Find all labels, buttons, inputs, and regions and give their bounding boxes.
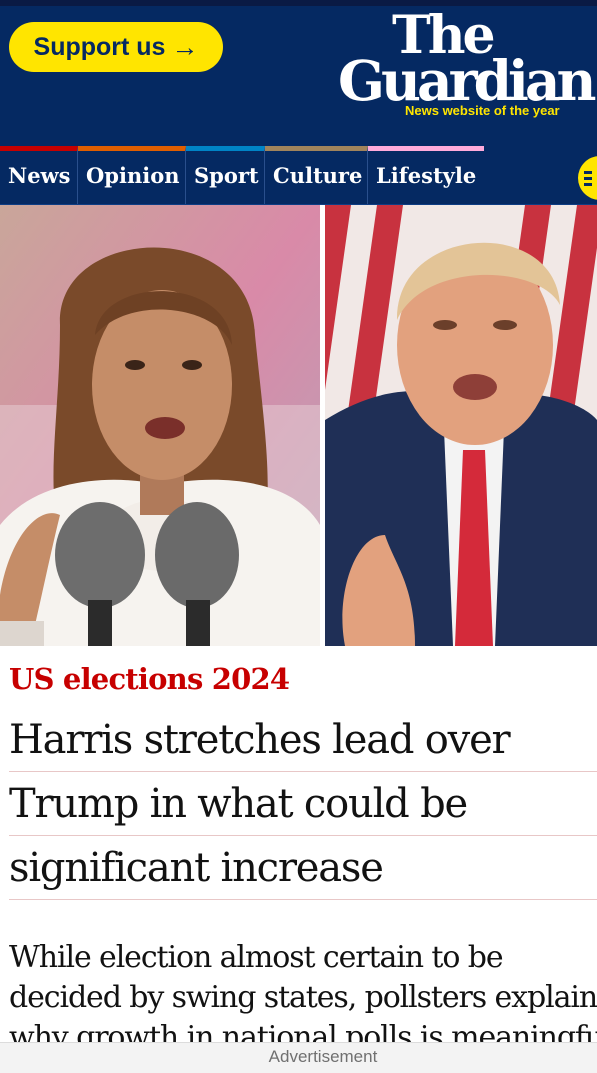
- harris-photo: [0, 205, 320, 646]
- headline-rule: [9, 899, 597, 900]
- nav-label: Sport: [194, 163, 259, 188]
- advertisement-bar[interactable]: Advertisement: [0, 1042, 597, 1073]
- headline-line-1: Harris stretches lead over: [9, 717, 511, 763]
- article-standfirst: While election almost certain to be deci…: [9, 938, 597, 1058]
- nav-item-news[interactable]: News: [0, 146, 78, 204]
- nav-label: Lifestyle: [376, 163, 477, 188]
- nav-label: News: [8, 163, 71, 188]
- support-us-label: Support us: [33, 32, 166, 61]
- logo-tagline: News website of the year: [405, 103, 560, 118]
- nav-item-sport[interactable]: Sport: [186, 146, 265, 204]
- advertisement-label: Advertisement: [268, 1047, 378, 1066]
- nav-item-culture[interactable]: Culture: [265, 146, 368, 204]
- headline-line-3: significant increase: [9, 845, 384, 891]
- support-us-button[interactable]: Support us →: [9, 22, 223, 72]
- logo-word-guardian: Guardian: [338, 48, 597, 113]
- arrow-right-icon: →: [171, 31, 199, 62]
- lead-photo[interactable]: [0, 205, 597, 646]
- headline-line-2: Trump in what could be: [9, 781, 468, 827]
- nav-label: Opinion: [86, 163, 180, 188]
- standfirst-line-2: decided by swing states, pollsters expla…: [9, 980, 597, 1015]
- section-nav: News Opinion Sport Culture Lifestyle: [0, 146, 597, 205]
- nav-item-lifestyle[interactable]: Lifestyle: [368, 146, 484, 204]
- trump-photo: [325, 205, 597, 646]
- article-kicker[interactable]: US elections 2024: [9, 662, 290, 696]
- masthead: Support us → The Guardian News website o…: [0, 6, 597, 146]
- standfirst-line-1: While election almost certain to be: [9, 940, 504, 975]
- nav-label: Culture: [273, 163, 363, 188]
- nav-item-opinion[interactable]: Opinion: [78, 146, 186, 204]
